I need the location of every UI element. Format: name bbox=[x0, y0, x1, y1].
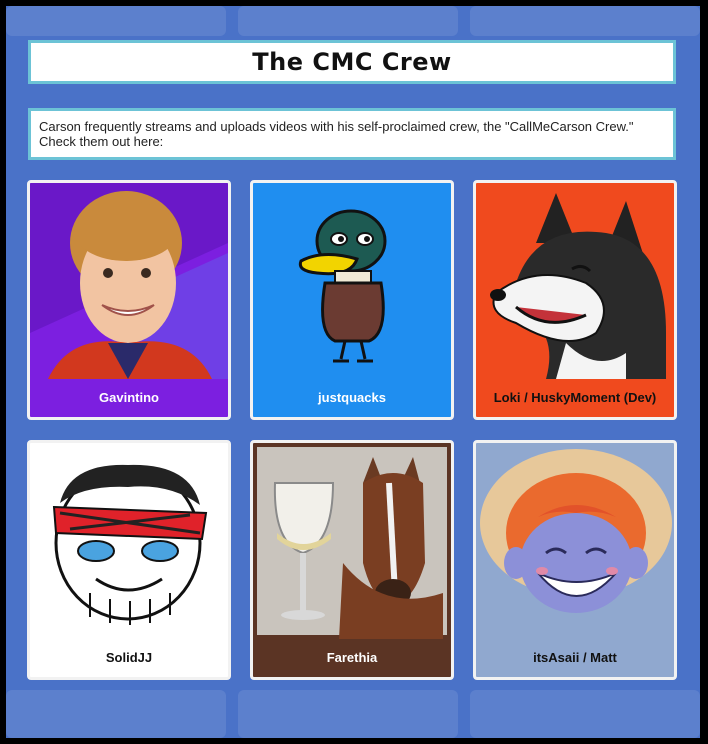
crew-name: Gavintino bbox=[99, 390, 159, 405]
page-title: The CMC Crew bbox=[252, 48, 452, 76]
background-tile bbox=[6, 6, 226, 36]
boy-portrait-icon bbox=[30, 183, 228, 379]
description-box: Carson frequently streams and uploads vi… bbox=[28, 108, 676, 160]
horse-with-wine-glass-icon bbox=[257, 447, 447, 639]
crew-name: justquacks bbox=[318, 390, 386, 405]
page-frame: The CMC Crew Carson frequently streams a… bbox=[6, 6, 700, 738]
crew-card-itsasaii[interactable]: itsAsaii / Matt bbox=[473, 440, 677, 680]
background-tile bbox=[238, 6, 458, 36]
background-tile bbox=[238, 690, 458, 738]
duck-drawing-icon bbox=[298, 209, 387, 363]
crew-name: Loki / HuskyMoment (Dev) bbox=[493, 390, 657, 405]
crew-card-gavintino[interactable]: Gavintino bbox=[27, 180, 231, 420]
title-banner: The CMC Crew bbox=[28, 40, 676, 84]
crew-name: Farethia bbox=[326, 650, 378, 665]
background-tile bbox=[6, 690, 226, 738]
crew-card-farethia[interactable]: Farethia bbox=[250, 440, 454, 680]
crew-card-solidjj[interactable]: SolidJJ bbox=[27, 440, 231, 680]
crew-card-loki[interactable]: Loki / HuskyMoment (Dev) bbox=[473, 180, 677, 420]
description-text: Carson frequently streams and uploads vi… bbox=[39, 119, 634, 149]
crew-name: itsAsaii / Matt bbox=[533, 650, 617, 665]
background-tile bbox=[470, 6, 700, 36]
husky-wolf-drawing-icon bbox=[490, 193, 666, 379]
sketch-face-headband-icon bbox=[52, 464, 208, 625]
crew-card-justquacks[interactable]: justquacks bbox=[250, 180, 454, 420]
smiling-character-straw-hat-icon bbox=[480, 449, 672, 613]
background-tile bbox=[470, 690, 700, 738]
crew-name: SolidJJ bbox=[105, 650, 153, 665]
